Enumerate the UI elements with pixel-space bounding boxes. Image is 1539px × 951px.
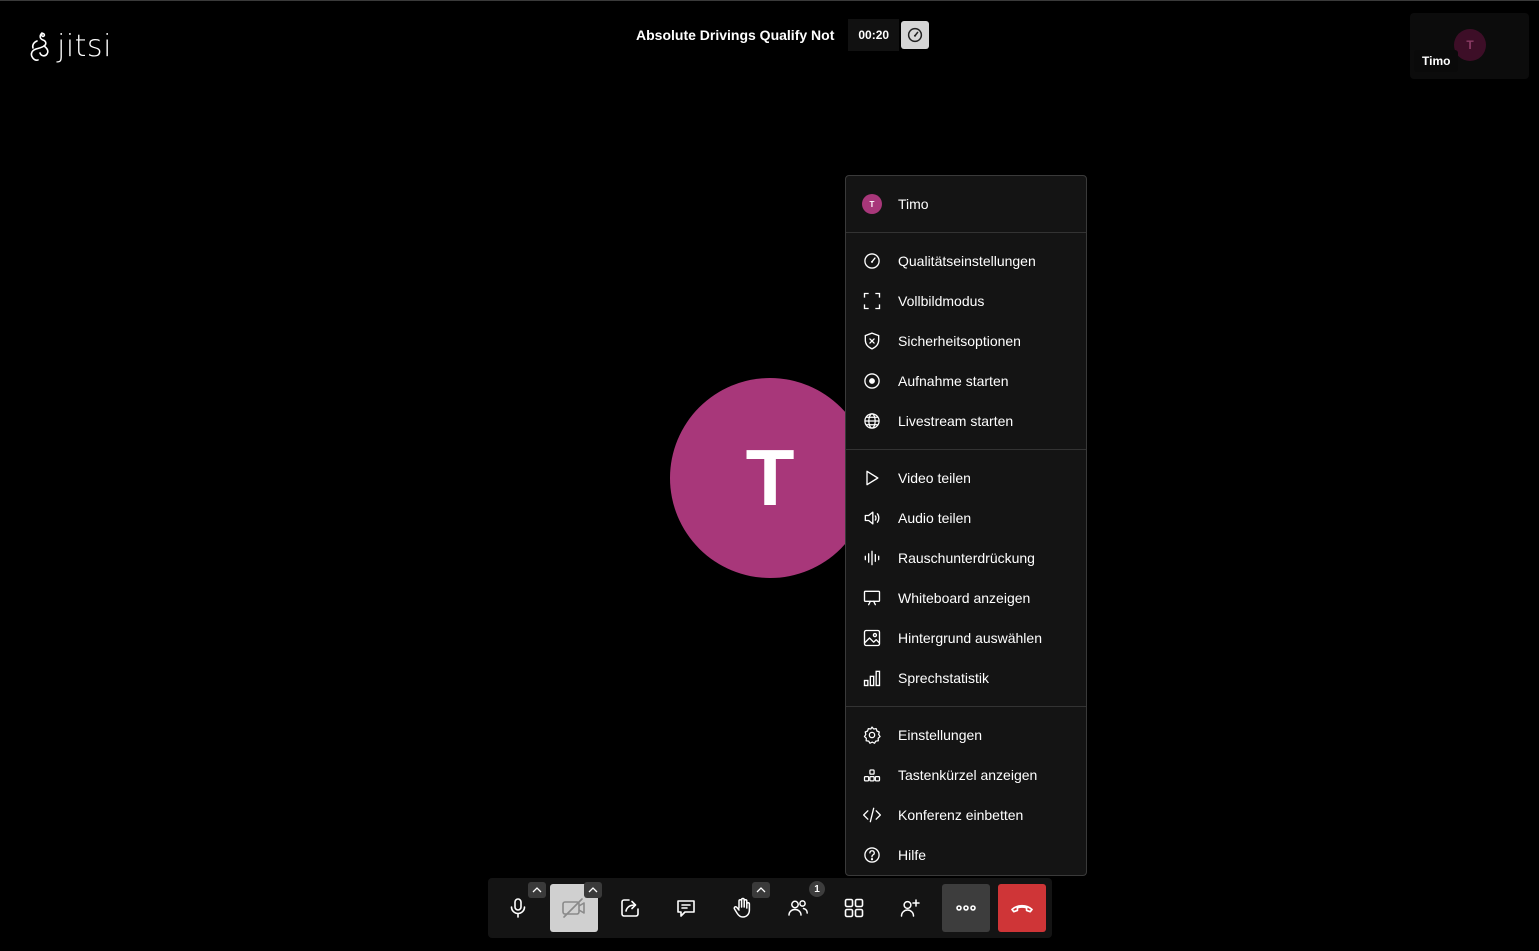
bar-chart-icon: [862, 668, 882, 688]
menu-item-share-audio[interactable]: Audio teilen: [846, 498, 1086, 538]
more-actions-button[interactable]: [942, 884, 990, 932]
conference-header: Absolute Drivings Qualify Not 00:20: [622, 19, 930, 51]
menu-item-speaker-stats[interactable]: Sprechstatistik: [846, 658, 1086, 698]
profile-name: Timo: [898, 196, 929, 212]
chat-button[interactable]: [662, 884, 710, 932]
conference-name: Absolute Drivings Qualify Not: [622, 19, 849, 51]
invite-icon: [900, 899, 920, 917]
jitsi-logo[interactable]: jitsi: [28, 30, 112, 64]
hangup-icon: [1011, 904, 1033, 913]
audio-settings-caret[interactable]: [528, 882, 546, 898]
raise-hand-icon: [733, 897, 751, 918]
menu-item-fullscreen[interactable]: Vollbildmodus: [846, 281, 1086, 321]
menu-item-help[interactable]: Hilfe: [846, 835, 1086, 875]
globe-icon: [862, 411, 882, 431]
menu-item-select-background[interactable]: Hintergrund auswählen: [846, 618, 1086, 658]
noise-suppression-icon: [862, 548, 882, 568]
video-settings-caret[interactable]: [584, 882, 602, 898]
record-icon: [862, 371, 882, 391]
menu-item-share-video[interactable]: Video teilen: [846, 458, 1086, 498]
menu-item-label: Einstellungen: [898, 727, 983, 743]
image-icon: [862, 628, 882, 648]
menu-item-start-recording[interactable]: Aufnahme starten: [846, 361, 1086, 401]
thumbnail-participant-name: Timo: [1414, 50, 1459, 72]
menu-item-label: Whiteboard anzeigen: [898, 590, 1031, 606]
bottom-toolbar: 1: [488, 878, 1052, 938]
window-top-border: [0, 0, 1539, 1]
menu-item-embed-meeting[interactable]: Konferenz einbetten: [846, 795, 1086, 835]
jitsi-logo-icon: [30, 32, 49, 61]
menu-item-start-livestream[interactable]: Livestream starten: [846, 401, 1086, 441]
menu-divider: [846, 706, 1086, 707]
more-icon: [956, 905, 976, 911]
menu-item-label: Aufnahme starten: [898, 373, 1009, 389]
menu-item-show-whiteboard[interactable]: Whiteboard anzeigen: [846, 578, 1086, 618]
leave-meeting-button[interactable]: [998, 884, 1046, 932]
chat-icon: [677, 900, 695, 917]
conference-timer: 00:20: [848, 19, 900, 51]
camera-off-icon: [562, 898, 585, 918]
speedometer-icon: [907, 27, 923, 43]
tile-view-icon: [844, 898, 864, 918]
chevron-up-icon: [588, 887, 598, 893]
menu-item-label: Rauschunterdrückung: [898, 550, 1035, 566]
menu-item-settings[interactable]: Einstellungen: [846, 715, 1086, 755]
menu-item-label: Sprechstatistik: [898, 670, 990, 686]
logo-text: jitsi: [57, 29, 112, 64]
chevron-up-icon: [532, 887, 542, 893]
gear-icon: [862, 725, 882, 745]
menu-divider: [846, 232, 1086, 233]
menu-item-label: Tastenkürzel anzeigen: [898, 767, 1038, 783]
share-screen-button[interactable]: [606, 884, 654, 932]
profile-avatar: T: [862, 194, 882, 214]
menu-item-noise-suppression[interactable]: Rauschunterdrückung: [846, 538, 1086, 578]
menu-item-label: Hilfe: [898, 847, 927, 863]
shield-icon: [862, 331, 882, 351]
play-icon: [862, 468, 882, 488]
large-video-avatar: T: [670, 378, 870, 578]
menu-item-label: Audio teilen: [898, 510, 972, 526]
participants-icon: [788, 900, 808, 916]
speaker-icon: [862, 508, 882, 528]
shortcuts-icon: [862, 765, 882, 785]
menu-item-label: Vollbildmodus: [898, 293, 985, 309]
menu-item-label: Qualitätseinstellungen: [898, 253, 1036, 269]
menu-divider: [846, 449, 1086, 450]
participants-count-badge: 1: [809, 881, 825, 897]
speedometer-icon: [862, 251, 882, 271]
share-screen-icon: [621, 899, 639, 917]
menu-item-quality-settings[interactable]: Qualitätseinstellungen: [846, 241, 1086, 281]
thumbnail-avatar: T: [1454, 29, 1486, 61]
overflow-menu: T Timo Qualitätseinstellungen Vollbildmo…: [845, 175, 1087, 876]
help-icon: [862, 845, 882, 865]
tile-view-button[interactable]: [830, 884, 878, 932]
menu-item-label: Livestream starten: [898, 413, 1014, 429]
connection-quality-button[interactable]: [901, 21, 930, 49]
reactions-caret[interactable]: [752, 882, 770, 898]
menu-profile-item[interactable]: T Timo: [846, 184, 1086, 224]
menu-item-label: Hintergrund auswählen: [898, 630, 1042, 646]
menu-item-keyboard-shortcuts[interactable]: Tastenkürzel anzeigen: [846, 755, 1086, 795]
menu-item-label: Video teilen: [898, 470, 971, 486]
invite-button[interactable]: [886, 884, 934, 932]
menu-item-security-options[interactable]: Sicherheitsoptionen: [846, 321, 1086, 361]
menu-item-label: Sicherheitsoptionen: [898, 333, 1021, 349]
chevron-up-icon: [756, 887, 766, 893]
microphone-icon: [510, 898, 526, 918]
code-icon: [862, 805, 882, 825]
menu-item-label: Konferenz einbetten: [898, 807, 1024, 823]
whiteboard-icon: [862, 588, 882, 608]
fullscreen-icon: [862, 291, 882, 311]
